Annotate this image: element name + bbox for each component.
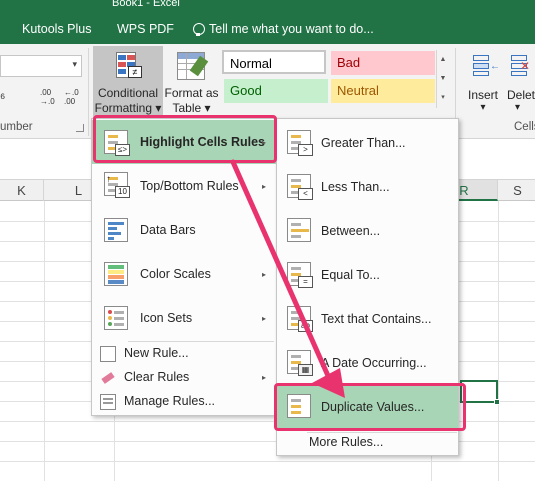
number-group-label: umber (0, 121, 33, 133)
delete-label: Delet (507, 88, 535, 102)
submenu-arrow-icon: ▸ (262, 314, 267, 323)
between-icon (285, 216, 313, 244)
menu-item-new-rule[interactable]: New Rule... (92, 342, 276, 366)
fill-handle[interactable] (494, 399, 500, 405)
insert-cells-button[interactable]: ← Insert ▾ (461, 48, 505, 118)
new-rule-icon (100, 346, 116, 362)
style-normal[interactable]: Normal (222, 50, 326, 74)
text-contains-label: Text that Contains... (321, 312, 432, 326)
format-as-table-label-2: Table ▾ (172, 101, 211, 115)
submenu-item-less-than[interactable]: < Less Than... (277, 164, 458, 208)
menu-item-manage-rules[interactable]: Manage Rules... (92, 390, 276, 414)
chevron-down-icon: ▾ (480, 102, 486, 113)
date-occurring-label: A Date Occurring... (321, 356, 427, 370)
gallery-more-icon[interactable]: ▾ (437, 88, 449, 107)
calendar-icon: ▦ (285, 348, 313, 376)
conditional-formatting-icon: ≠ (116, 52, 142, 78)
manage-rules-icon (100, 394, 116, 410)
color-scales-label: Color Scales (140, 267, 211, 281)
title-bar: Book1 - Excel (0, 0, 535, 14)
dialog-launcher-icon[interactable] (76, 124, 84, 132)
column-header-s[interactable]: S (498, 180, 535, 201)
annotation-highlight-box (274, 383, 466, 431)
icon-sets-label: Icon Sets (140, 311, 193, 325)
less-than-icon: < (285, 172, 313, 200)
more-rules-label: More Rules... (309, 435, 384, 449)
data-bars-label: Data Bars (140, 223, 196, 237)
top-bottom-rules-label: Top/Bottom Rules (140, 179, 239, 193)
equal-to-icon: = (285, 260, 313, 288)
format-as-table-icon (177, 52, 209, 80)
menu-item-icon-sets[interactable]: Icon Sets ▸ (92, 296, 276, 340)
insert-label: Insert (467, 88, 498, 102)
eraser-icon (100, 370, 116, 386)
manage-rules-label: Manage Rules... (124, 394, 216, 408)
submenu-item-more-rules[interactable]: More Rules... (277, 431, 458, 455)
tell-me-box[interactable]: Tell me what you want to do... (193, 22, 374, 36)
tab-kutools-plus[interactable]: Kutools Plus (22, 22, 91, 36)
conditional-formatting-label-2: Formatting ▾ (94, 101, 162, 115)
delete-cells-button[interactable]: ✕ Delet ▾ (505, 48, 535, 118)
submenu-item-between[interactable]: Between... (277, 208, 458, 252)
conditional-formatting-button[interactable]: ≠ Conditional Formatting ▾ (93, 46, 163, 118)
text-contains-icon: ab (285, 304, 313, 332)
menu-item-data-bars[interactable]: Data Bars ▸ (92, 208, 276, 252)
submenu-item-text-contains[interactable]: ab Text that Contains... (277, 296, 458, 340)
submenu-arrow-icon: ▸ (262, 226, 267, 235)
window-title: Book1 - Excel (112, 0, 180, 9)
data-bars-icon (102, 216, 130, 244)
tell-me-text: Tell me what you want to do... (209, 22, 374, 36)
chevron-up-icon[interactable]: ▲ (437, 50, 449, 69)
column-header-k[interactable]: K (0, 180, 44, 201)
submenu-item-equal-to[interactable]: = Equal To... (277, 252, 458, 296)
submenu-arrow-icon: ▸ (262, 182, 267, 191)
tab-wps-pdf[interactable]: WPS PDF (117, 22, 174, 36)
top-bottom-icon: ↑ 10 (102, 170, 130, 198)
submenu-arrow-icon: ▸ (262, 270, 267, 279)
clear-rules-label: Clear Rules (124, 370, 190, 384)
cells-group-label: Cells (514, 121, 535, 133)
submenu-item-greater-than[interactable]: > Greater Than... (277, 120, 458, 164)
number-format-dropdown[interactable]: ▾ (0, 55, 82, 77)
format-as-table-button[interactable]: Format as Table ▾ (163, 46, 220, 118)
chevron-down-icon[interactable]: ▼ (437, 69, 449, 88)
menu-item-clear-rules[interactable]: Clear Rules ▸ (92, 366, 276, 390)
cell-styles-gallery: Normal Bad Good Neutral (222, 50, 435, 110)
gallery-scrollbar[interactable]: ▲ ▼ ▾ (436, 50, 449, 108)
chevron-down-icon: ▾ (72, 59, 77, 69)
icon-sets-icon (102, 304, 130, 332)
annotation-highlight-box (93, 115, 277, 163)
comma-style-glyph[interactable]: ⁶ (0, 90, 5, 105)
delete-cells-icon: ✕ (511, 52, 535, 76)
decrease-decimal-button[interactable]: ←.0 .00 (64, 88, 84, 106)
greater-than-label: Greater Than... (321, 136, 406, 150)
style-bad[interactable]: Bad (331, 51, 435, 75)
conditional-formatting-label-1: Conditional (97, 86, 159, 100)
greater-than-icon: > (285, 128, 313, 156)
group-divider (88, 48, 89, 136)
chevron-down-icon: ▾ (515, 102, 521, 113)
style-neutral[interactable]: Neutral (331, 79, 435, 103)
less-than-label: Less Than... (321, 180, 390, 194)
color-scales-icon (102, 260, 130, 288)
lightbulb-icon (193, 22, 205, 36)
equal-to-label: Equal To... (321, 268, 380, 282)
between-label: Between... (321, 224, 381, 238)
submenu-item-date-occurring[interactable]: ▦ A Date Occurring... (277, 340, 458, 384)
format-as-table-label-1: Format as (164, 86, 219, 100)
increase-decimal-button[interactable]: .00 →.0 (40, 88, 60, 106)
menu-item-top-bottom-rules[interactable]: ↑ 10 Top/Bottom Rules ▸ (92, 164, 276, 208)
menu-item-color-scales[interactable]: Color Scales ▸ (92, 252, 276, 296)
submenu-arrow-icon: ▸ (261, 373, 266, 382)
ribbon-tab-strip: Kutools Plus WPS PDF Tell me what you wa… (0, 14, 535, 44)
style-good[interactable]: Good (224, 79, 328, 103)
insert-cells-icon: ← (473, 52, 500, 76)
new-rule-label: New Rule... (124, 346, 189, 360)
